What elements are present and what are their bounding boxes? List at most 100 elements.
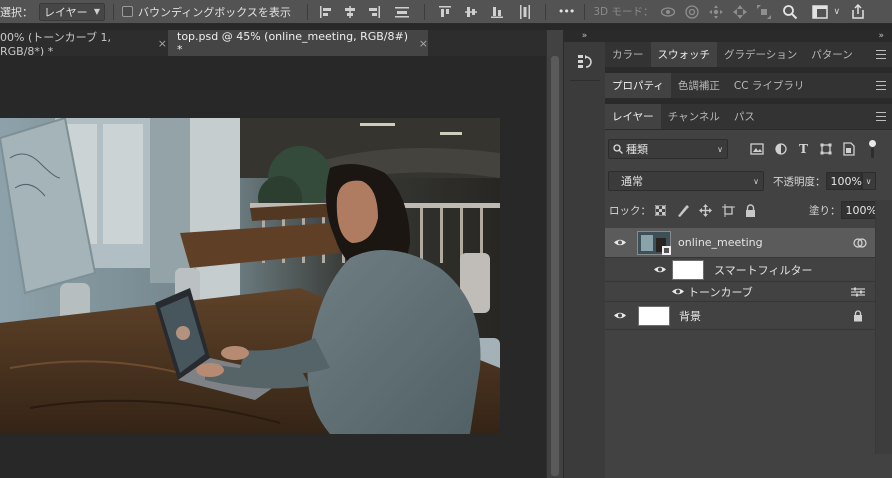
divider	[306, 3, 308, 20]
orbit-3d-icon[interactable]	[659, 4, 677, 20]
auto-select-label: 選択：	[0, 5, 33, 19]
history-icon	[578, 55, 592, 68]
smart-object-filter-icon	[843, 142, 855, 156]
align-top-icon[interactable]	[437, 4, 453, 20]
document-tab-bar: 00% (トーンカーブ 1, RGB/8*) * × top.psd @ 45%…	[0, 30, 546, 58]
divider	[423, 3, 425, 20]
tab-adjustments[interactable]: 色調補正	[671, 73, 727, 98]
layer-name[interactable]: online_meeting	[678, 236, 763, 249]
divider	[584, 3, 586, 20]
lock-transparent-pixels-icon	[655, 204, 666, 216]
chevron-down-icon: ∨	[717, 144, 723, 154]
tab-swatches[interactable]: スウォッチ	[650, 42, 717, 67]
workspace-layout-icon[interactable]	[811, 3, 829, 21]
tab-top-psd[interactable]: top.psd @ 45% (online_meeting, RGB/8#) *…	[168, 30, 428, 56]
bounding-box-checkbox[interactable]	[122, 6, 133, 17]
canvas-area[interactable]	[0, 56, 546, 478]
opacity-value: 100%	[830, 174, 862, 188]
visibility-eye-icon[interactable]	[653, 265, 667, 275]
tab-patterns[interactable]: パターン	[804, 42, 859, 67]
panel-menu-icon[interactable]	[876, 112, 886, 121]
close-icon[interactable]: ×	[419, 37, 428, 50]
layer-filter-row: 種類 ∨ T	[605, 138, 892, 160]
shape-layer-filter-icon	[820, 143, 832, 155]
search-icon[interactable]	[781, 3, 799, 21]
collapsed-panel-dock: »	[563, 30, 605, 478]
align-left-icon[interactable]	[318, 4, 334, 20]
layer-row-online-meeting[interactable]: online_meeting ∧	[605, 228, 887, 258]
visibility-eye-icon[interactable]	[613, 311, 627, 321]
layer-row-smart-filter[interactable]: スマートフィルター	[605, 258, 875, 282]
tab-gradients[interactable]: グラデーション	[717, 42, 804, 67]
chevron-down-icon: ∨	[753, 176, 759, 186]
tab-color[interactable]: カラー	[605, 42, 651, 67]
tab-cc-libraries[interactable]: CC ライブラリ	[727, 73, 812, 98]
divider	[570, 80, 600, 81]
lock-image-pixels-icon	[678, 204, 689, 217]
layer-row-tone-curve[interactable]: トーンカーブ	[605, 282, 875, 302]
share-icon[interactable]	[850, 3, 866, 21]
fill-input[interactable]: 100%	[840, 201, 877, 219]
roll-3d-icon[interactable]	[683, 4, 701, 20]
filter-mask-thumbnail[interactable]	[672, 259, 704, 280]
tab-properties[interactable]: プロパティ	[605, 73, 671, 98]
tab-tone-curve-document[interactable]: 00% (トーンカーブ 1, RGB/8*) * ×	[0, 30, 167, 58]
panel-menu-icon[interactable]	[876, 50, 886, 59]
auto-select-value: レイヤー	[44, 5, 88, 19]
tab-layers[interactable]: レイヤー	[605, 104, 661, 129]
slide-3d-icon[interactable]	[731, 4, 749, 20]
tab-paths[interactable]: パス	[727, 104, 762, 129]
smart-filter-options-icon	[853, 237, 867, 248]
distribute-vertical-icon[interactable]	[517, 4, 533, 20]
filter-toggle-switch[interactable]	[869, 140, 877, 158]
blend-mode-row: 通常 ∨ 不透明度： 100% ∨	[605, 170, 892, 192]
tab-channels[interactable]: チャンネル	[661, 104, 727, 129]
pixel-layer-filter-icon	[750, 143, 764, 155]
visibility-eye-icon[interactable]	[613, 238, 627, 248]
auto-select-dropdown[interactable]: レイヤー ▼	[39, 2, 105, 21]
layer-filter-value: 種類	[626, 143, 648, 156]
scrollbar-thumb[interactable]	[551, 56, 559, 476]
distribute-horizontal-icon[interactable]	[394, 4, 410, 20]
panel-menu-icon[interactable]	[876, 81, 886, 90]
chevron-down-icon[interactable]: ∨	[833, 7, 840, 17]
layer-row-background[interactable]: 背景	[605, 302, 875, 330]
options-bar: 選択： レイヤー ▼ バウンディングボックスを表示 ••• 3D モード： ∨	[0, 0, 892, 24]
history-panel-button[interactable]	[573, 50, 597, 74]
align-vertical-center-icon[interactable]	[463, 4, 479, 20]
collapse-dock-button[interactable]: »	[605, 30, 892, 42]
layer-filter-dropdown[interactable]: 種類 ∨	[608, 139, 728, 159]
close-icon[interactable]: ×	[158, 37, 167, 50]
smart-object-badge-icon	[662, 245, 671, 255]
opacity-slider-toggle[interactable]: ∨	[861, 172, 876, 190]
layers-scrollbar[interactable]	[875, 200, 892, 454]
blend-mode-dropdown[interactable]: 通常 ∨	[608, 171, 764, 191]
align-horizontal-center-icon[interactable]	[342, 4, 358, 20]
blend-mode-value: 通常	[621, 175, 643, 188]
properties-panel-tabs: プロパティ 色調補正 CC ライブラリ	[605, 73, 892, 99]
adjustment-layer-filter-icon	[775, 143, 787, 155]
type-layer-filter-icon[interactable]: T	[799, 142, 808, 156]
pan-3d-icon[interactable]	[707, 4, 725, 20]
visibility-eye-icon[interactable]	[671, 287, 685, 297]
layer-name: トーンカーブ	[688, 285, 753, 299]
layer-name[interactable]: 背景	[679, 308, 701, 324]
lock-position-icon	[699, 203, 712, 217]
right-panel-dock: » カラー スウォッチ グラデーション パターン プロパティ 色調補正 CC ラ…	[605, 30, 892, 478]
opacity-label: 不透明度：	[773, 175, 826, 188]
document-image[interactable]	[0, 118, 500, 434]
scale-3d-icon[interactable]	[755, 4, 773, 20]
opacity-input[interactable]: 100%	[825, 172, 862, 190]
lock-icon	[854, 309, 862, 321]
expand-dock-button[interactable]: »	[564, 30, 605, 42]
align-bottom-icon[interactable]	[489, 4, 505, 20]
tab-label: top.psd @ 45% (online_meeting, RGB/8#) *	[177, 30, 408, 56]
lock-label: ロック：	[609, 204, 651, 217]
layer-thumbnail	[638, 305, 670, 326]
canvas-vertical-scrollbar[interactable]	[546, 30, 563, 478]
layers-panel: 種類 ∨ T 通常 ∨ 不透明度： 100% ∨ ロック： 塗り： 100% o…	[605, 130, 892, 454]
filter-blending-options-icon	[851, 287, 865, 296]
more-options-button[interactable]: •••	[558, 5, 575, 18]
align-right-icon[interactable]	[366, 4, 382, 20]
fill-value: 100%	[845, 203, 877, 217]
